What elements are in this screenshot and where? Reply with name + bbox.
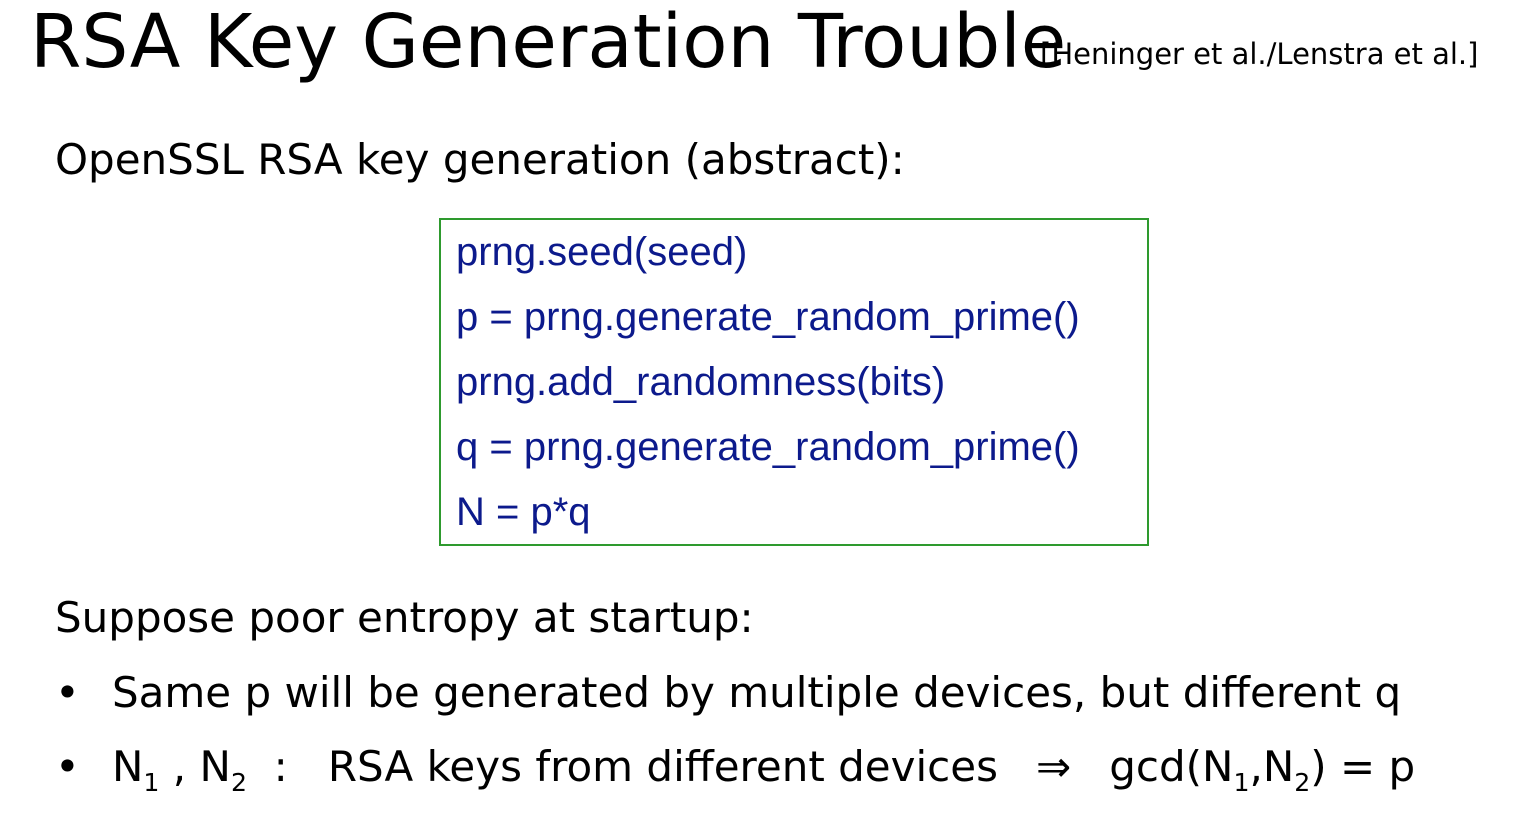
separator: , (159, 742, 200, 791)
subscript-2: 2 (230, 768, 247, 797)
bullet-dot: • (55, 742, 80, 791)
gcd-close: ) = p (1310, 742, 1416, 791)
page-title: RSA Key Generation Trouble (30, 0, 1067, 85)
code-line: N = p*q (456, 490, 591, 534)
var-n2: N (1262, 742, 1295, 791)
colon: : (246, 742, 328, 791)
var-n2: N (199, 742, 231, 791)
subscript-2: 2 (1294, 768, 1311, 797)
subscript-1: 1 (1233, 768, 1250, 797)
bullet-text: N1 , N2 : RSA keys from different device… (112, 739, 1415, 795)
implies-arrow: ⇒ (1036, 742, 1072, 791)
var-n1: N (112, 742, 144, 791)
bullet-text: Same p will be generated by multiple dev… (112, 668, 1402, 717)
citation: [Heninger et al./Lenstra et al.] (1040, 37, 1479, 71)
code-box: prng.seed(seed) p = prng.generate_random… (439, 218, 1149, 546)
bullet-dot: • (55, 668, 80, 717)
var-n1: N (1202, 742, 1234, 791)
comma: , (1249, 742, 1263, 791)
code-line: q = prng.generate_random_prime() (456, 425, 1080, 469)
subscript-1: 1 (143, 768, 160, 797)
bullet2-text: RSA keys from different devices (327, 742, 998, 791)
intro-text: OpenSSL RSA key generation (abstract): (55, 135, 905, 184)
code-line: p = prng.generate_random_prime() (456, 295, 1080, 339)
code-line: prng.seed(seed) (456, 230, 748, 274)
gcd-open: gcd( (1109, 742, 1203, 791)
code-line: prng.add_randomness(bits) (456, 360, 946, 404)
suppose-text: Suppose poor entropy at startup: (55, 593, 754, 642)
